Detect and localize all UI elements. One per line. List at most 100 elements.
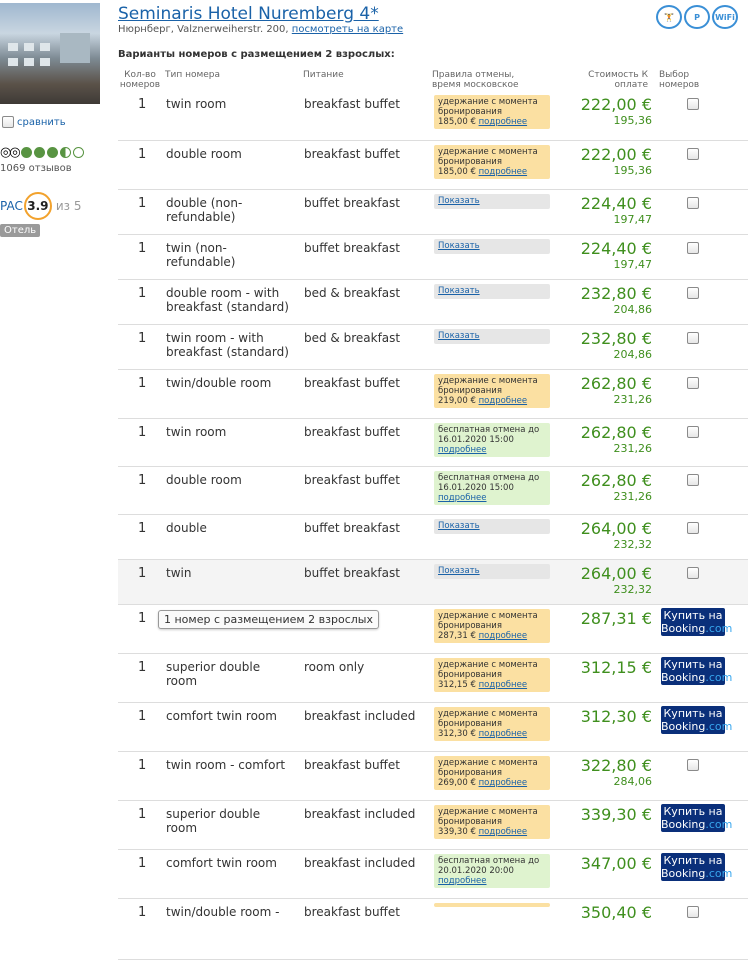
- select-room-checkbox[interactable]: [687, 98, 699, 110]
- cancel-policy: удержание с момента бронирования 185,00 €…: [434, 95, 550, 129]
- booking-brand: Booking: [661, 622, 706, 635]
- booking-line1: Купить на: [663, 658, 723, 671]
- room-type: twin room - with breakfast (standard): [166, 331, 289, 359]
- table-row: 1 twin/double room breakfast buffet удержан…: [118, 370, 748, 419]
- hotel-name-link[interactable]: Seminaris Hotel Nuremberg 4*: [118, 4, 379, 24]
- select-room-checkbox[interactable]: [687, 474, 699, 486]
- price-sub: 197,47: [613, 213, 653, 226]
- cancel-policy: Показать: [434, 239, 550, 254]
- select-room-checkbox[interactable]: [687, 242, 699, 254]
- cancel-details-link[interactable]: подробнее: [479, 117, 528, 127]
- room-type: twin room: [166, 97, 227, 111]
- cancel-policy: [434, 903, 550, 907]
- row-qty: 1: [138, 566, 147, 581]
- buy-on-booking-button[interactable]: Купить на Booking.com: [661, 804, 732, 832]
- cancel-details-link[interactable]: подробнее: [479, 631, 528, 641]
- select-room-checkbox[interactable]: [687, 197, 699, 209]
- table-row: 1 twin room breakfast buffet бесплатная отм…: [118, 419, 748, 467]
- price-sub: 204,86: [613, 303, 653, 316]
- cancel-policy: удержание с момента бронирования 269,00 €…: [434, 756, 550, 790]
- cancel-text: бесплатная отмена до 20.01.2020 20:00: [438, 856, 540, 876]
- row-qty: 1: [138, 286, 147, 301]
- select-room-checkbox[interactable]: [687, 522, 699, 534]
- cancel-show-link[interactable]: Показать: [438, 286, 480, 296]
- cancel-show-link[interactable]: Показать: [438, 521, 480, 531]
- cancel-show-link[interactable]: Показать: [438, 196, 480, 206]
- compare-toggle[interactable]: сравнить: [2, 116, 66, 128]
- select-room-checkbox[interactable]: [687, 567, 699, 579]
- cancel-policy: Показать: [434, 519, 550, 534]
- cancel-policy: Показать: [434, 194, 550, 209]
- table-row: 1 double buffet breakfast Показать 264,00 €2…: [118, 515, 748, 560]
- cancel-policy: Показать: [434, 284, 550, 299]
- cancel-policy: Показать: [434, 564, 550, 579]
- compare-checkbox[interactable]: [2, 116, 14, 128]
- meal-plan: breakfast included: [304, 856, 416, 870]
- select-room-checkbox[interactable]: [687, 906, 699, 918]
- row-qty: 1: [138, 660, 147, 675]
- buy-on-booking-button[interactable]: Купить на Booking.com: [661, 853, 732, 881]
- meal-plan: breakfast buffet: [304, 473, 400, 487]
- price-sub: 231,26: [613, 490, 653, 503]
- cancel-details-link[interactable]: подробнее: [479, 396, 528, 406]
- cancel-amount: 339,30 €: [438, 827, 476, 837]
- table-row: 1 1 номер с размещением 2 взрослых удержан…: [118, 605, 748, 654]
- reviews-count[interactable]: 1069 отзывов: [0, 163, 72, 174]
- cancel-text: удержание с момента бронирования: [438, 147, 538, 167]
- select-room-checkbox[interactable]: [687, 426, 699, 438]
- cancel-show-link[interactable]: Показать: [438, 241, 480, 251]
- cancel-show-link[interactable]: Показать: [438, 566, 480, 576]
- select-room-checkbox[interactable]: [687, 759, 699, 771]
- booking-line1: Купить на: [663, 854, 723, 867]
- cancel-policy: удержание с момента бронирования 312,15 €…: [434, 658, 550, 692]
- hotel-photo[interactable]: [0, 3, 100, 104]
- price-total: 224,40 €: [580, 194, 652, 213]
- cancel-policy: бесплатная отмена до 16.01.2020 15:00 под…: [434, 471, 550, 505]
- room-type: twin: [166, 566, 192, 580]
- cancel-policy: удержание с момента бронирования 312,30 €…: [434, 707, 550, 741]
- room-type: comfort twin room: [166, 709, 277, 723]
- buy-on-booking-button[interactable]: Купить на Booking.com: [661, 657, 732, 685]
- booking-line1: Купить на: [663, 707, 723, 720]
- col-type: Тип номера: [165, 70, 221, 80]
- price-total: 232,80 €: [580, 284, 652, 303]
- row-qty: 1: [138, 331, 147, 346]
- select-room-checkbox[interactable]: [687, 148, 699, 160]
- cancel-details-link[interactable]: подробнее: [438, 876, 487, 886]
- cancel-details-link[interactable]: подробнее: [479, 778, 528, 788]
- compare-label[interactable]: сравнить: [17, 117, 66, 128]
- select-room-checkbox[interactable]: [687, 332, 699, 344]
- price-total: 312,30 €: [580, 707, 652, 726]
- select-room-checkbox[interactable]: [687, 287, 699, 299]
- rating-dot-icon: [46, 147, 58, 158]
- meal-plan: breakfast buffet: [304, 758, 400, 772]
- cancel-details-link[interactable]: подробнее: [438, 493, 487, 503]
- table-row: 1 double room breakfast buffet удержание с …: [118, 141, 748, 190]
- table-row: 1 twin (non-refundable) buffet breakfast По…: [118, 235, 748, 280]
- buy-on-booking-button[interactable]: Купить на Booking.com: [661, 706, 732, 734]
- cancel-amount: 312,30 €: [438, 729, 476, 739]
- booking-domain: .com: [705, 720, 733, 733]
- booking-brand: Booking: [661, 671, 706, 684]
- meal-plan: buffet breakfast: [304, 196, 400, 210]
- cancel-footer: подробнее: [438, 445, 546, 455]
- cancel-details-link[interactable]: подробнее: [438, 445, 487, 455]
- select-room-checkbox[interactable]: [687, 377, 699, 389]
- price-total: 264,00 €: [580, 564, 652, 583]
- cancel-details-link[interactable]: подробнее: [479, 827, 528, 837]
- buy-on-booking-button[interactable]: Купить на Booking.com: [661, 608, 732, 636]
- meal-plan: breakfast buffet: [304, 905, 400, 919]
- cancel-details-link[interactable]: подробнее: [479, 680, 528, 690]
- row-qty: 1: [138, 196, 147, 211]
- price-total: 232,80 €: [580, 329, 652, 348]
- table-row: 1 comfort twin room breakfast included бесп…: [118, 850, 748, 899]
- room-type: twin room - comfort: [166, 758, 286, 772]
- map-link[interactable]: посмотреть на карте: [292, 24, 403, 35]
- price-sub: 195,36: [613, 114, 653, 127]
- room-type: superior double room: [166, 807, 261, 835]
- cancel-details-link[interactable]: подробнее: [479, 167, 528, 177]
- row-qty: 1: [138, 856, 147, 871]
- cancel-show-link[interactable]: Показать: [438, 331, 480, 341]
- table-row: 1 double room breakfast buffet бесплатная о…: [118, 467, 748, 515]
- cancel-details-link[interactable]: подробнее: [479, 729, 528, 739]
